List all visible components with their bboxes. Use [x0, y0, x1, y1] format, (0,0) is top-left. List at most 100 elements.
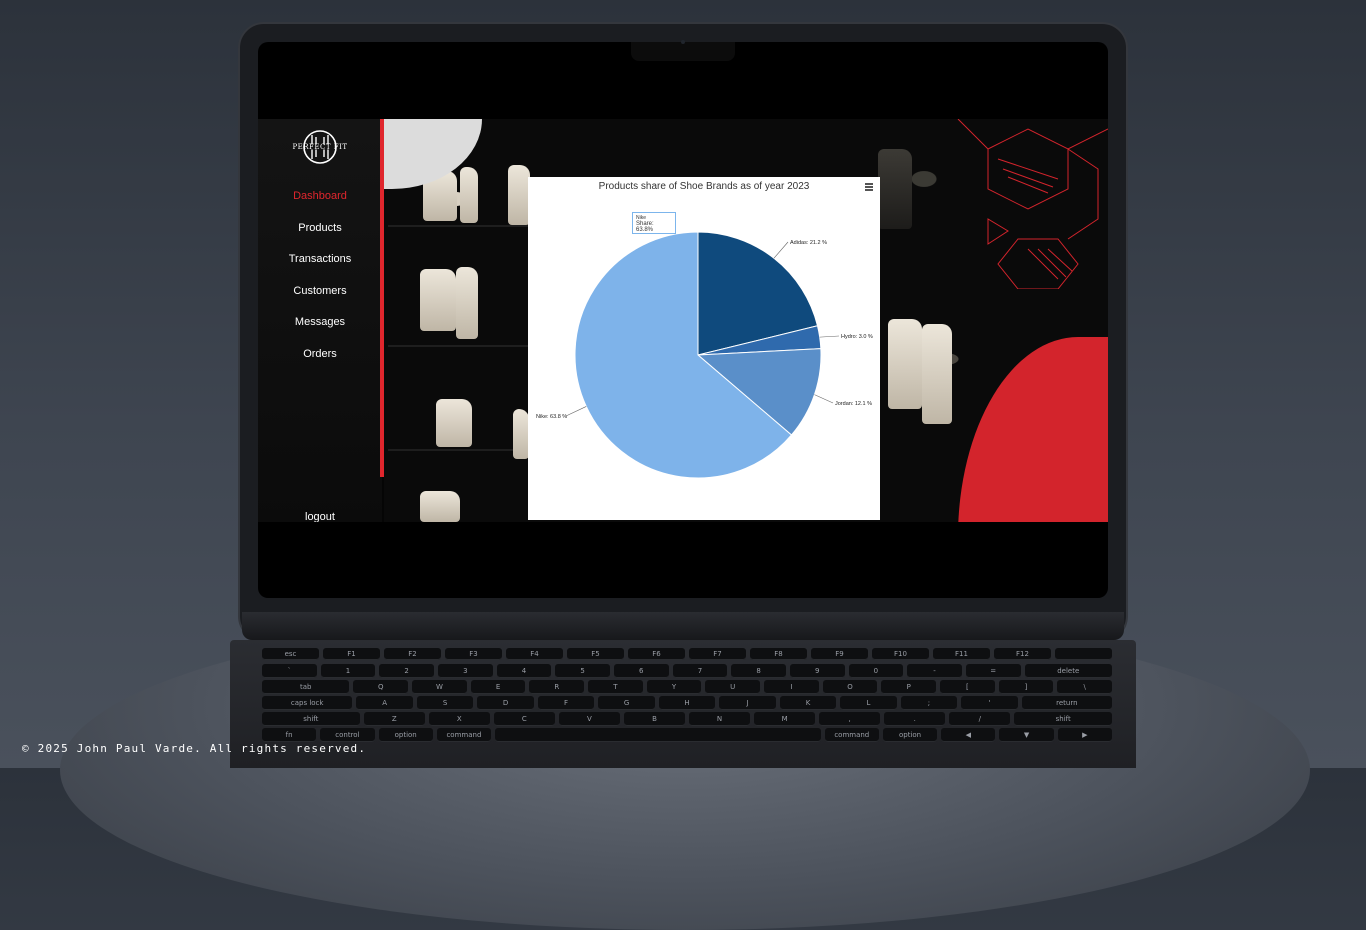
- keyboard-key: return: [1021, 696, 1113, 710]
- tooltip-value: Share: 63.8%: [636, 221, 654, 233]
- keyboard-key: Y: [646, 680, 702, 694]
- sidebar-item-messages[interactable]: Messages: [258, 315, 382, 347]
- sidebar-item-transactions[interactable]: Transactions: [258, 252, 382, 284]
- shoe-image: [420, 491, 460, 522]
- brand-logo-text: PERFECT FIT: [292, 143, 348, 151]
- keyboard-key: tab: [262, 680, 350, 694]
- shoe-image: [888, 319, 922, 409]
- keyboard-key: F5: [567, 648, 624, 660]
- keyboard-row: esc F1 F2 F3 F4 F5 F6 F7 F8 F9 F10 F11 F12: [262, 648, 1112, 662]
- keyboard-key: control: [320, 728, 375, 742]
- keyboard-key: [1055, 648, 1112, 660]
- keyboard-key: R: [529, 680, 585, 694]
- keyboard-key: N: [689, 712, 751, 726]
- keyboard-key: G: [598, 696, 655, 710]
- shelf-line: [388, 225, 528, 227]
- keyboard-key: S: [416, 696, 474, 710]
- keyboard-row: tab Q W E R T Y U I O P[] \: [262, 680, 1112, 694]
- sidebar-item-dashboard[interactable]: Dashboard: [258, 189, 382, 221]
- keyboard-key: Q: [353, 680, 409, 694]
- keyboard-key: E: [470, 680, 526, 694]
- keyboard-key: W: [412, 680, 467, 694]
- chart-tooltip: Nike Share: 63.8%: [632, 212, 676, 234]
- sidebar-item-products[interactable]: Products: [258, 221, 382, 253]
- keyboard-row: fn control option command command option ◀ ▼ ▶: [262, 728, 1112, 742]
- keyboard-key: 2: [379, 664, 434, 678]
- keyboard-key: O: [822, 680, 878, 694]
- logout-button[interactable]: logout: [258, 511, 382, 522]
- keyboard-key: .: [884, 712, 946, 726]
- shoe-image: [922, 324, 952, 424]
- keyboard-key: U: [705, 680, 761, 694]
- keyboard-key: F7: [689, 648, 746, 660]
- keyboard-key: X: [428, 712, 490, 726]
- shoe-image: [513, 409, 529, 459]
- keyboard-key: esc: [262, 648, 319, 660]
- pie-chart: Adidas: 21.2 % Hydro: 3.0 % Jordan: 12.1 %…: [536, 231, 873, 479]
- keyboard-key: \: [1057, 680, 1112, 694]
- keyboard-key: C: [493, 712, 555, 726]
- keyboard-key: option: [882, 728, 938, 742]
- shoe-image: [456, 267, 478, 339]
- sidebar-accent-bar: [380, 119, 384, 477]
- keyboard-key: 1: [320, 664, 376, 678]
- keyboard: esc F1 F2 F3 F4 F5 F6 F7 F8 F9 F10 F11 F12 ` 1 2 3 4 5 6 7 8 9…: [262, 648, 1113, 760]
- keyboard-key: 6: [613, 664, 669, 678]
- keyboard-key: delete: [1024, 664, 1112, 678]
- camera-notch: [631, 40, 735, 61]
- keyboard-key: J: [719, 696, 776, 710]
- keyboard-key: F1: [323, 648, 380, 660]
- keyboard-key: B: [623, 712, 686, 726]
- keyboard-key: F12: [994, 648, 1051, 660]
- data-label-hydro: Hydro: 3.0 %: [841, 334, 873, 340]
- keyboard-key: F6: [628, 648, 685, 660]
- data-label-adidas: Adidas: 21.2 %: [790, 240, 827, 246]
- data-label-connector: [565, 406, 587, 417]
- sidebar-item-orders[interactable]: Orders: [258, 347, 382, 379]
- data-label-connector: [814, 394, 834, 404]
- chart-menu-icon[interactable]: [865, 183, 873, 192]
- keyboard-key: shift: [262, 712, 360, 726]
- keyboard-key: F11: [933, 648, 990, 660]
- shoe-image: [460, 167, 478, 223]
- keyboard-key: ▼: [999, 728, 1054, 742]
- keyboard-row: shift Z X C V B N M,. / shift: [262, 712, 1113, 726]
- keyboard-key: H: [658, 696, 716, 710]
- keyboard-key: ]: [998, 680, 1054, 694]
- keyboard-key: K: [779, 696, 837, 710]
- keyboard-key: M: [754, 712, 816, 726]
- laptop-hinge: [242, 612, 1124, 640]
- keyboard-key: 8: [731, 664, 786, 678]
- hexagon-pattern-decoration: [957, 119, 1108, 289]
- shoe-image: [436, 399, 472, 447]
- keyboard-key: F2: [384, 648, 441, 660]
- keyboard-key: V: [558, 712, 620, 726]
- keyboard-key: command: [436, 728, 492, 742]
- keyboard-key: fn: [262, 728, 317, 742]
- keyboard-key: 5: [555, 664, 610, 678]
- sidebar-item-customers[interactable]: Customers: [258, 284, 382, 316]
- keyboard-key: command: [824, 728, 879, 742]
- keyboard-key: ▶: [1057, 728, 1112, 742]
- copyright-footer: © 2025 John Paul Varde. All rights reser…: [22, 742, 367, 755]
- shoe-image: [508, 165, 530, 225]
- sidebar: PERFECT FIT Dashboard Products Transacti…: [258, 119, 382, 522]
- keyboard-key: shift: [1014, 712, 1113, 726]
- shoe-image: [878, 149, 912, 229]
- sidebar-nav: Dashboard Products Transactions Customer…: [258, 189, 382, 378]
- keyboard-key: L: [840, 696, 897, 710]
- keyboard-row: ` 1 2 3 4 5 6 7 8 9 0- = delete: [262, 664, 1112, 678]
- keyboard-key: caps lock: [262, 696, 353, 710]
- keyboard-key: 3: [437, 664, 493, 678]
- keyboard-key: P: [881, 680, 937, 694]
- keyboard-key: 9: [789, 664, 845, 678]
- keyboard-key: /: [949, 712, 1011, 726]
- keyboard-key: F3: [445, 648, 502, 660]
- keyboard-row: caps lock A S D F G H J K L; ' return: [262, 696, 1113, 710]
- keyboard-key: -: [907, 664, 962, 678]
- keyboard-key: ;: [900, 696, 958, 710]
- keyboard-key: =: [965, 664, 1021, 678]
- data-label-nike: Nike: 63.8 %: [536, 414, 567, 420]
- keyboard-key: F4: [506, 648, 563, 660]
- keyboard-key: `: [262, 664, 317, 678]
